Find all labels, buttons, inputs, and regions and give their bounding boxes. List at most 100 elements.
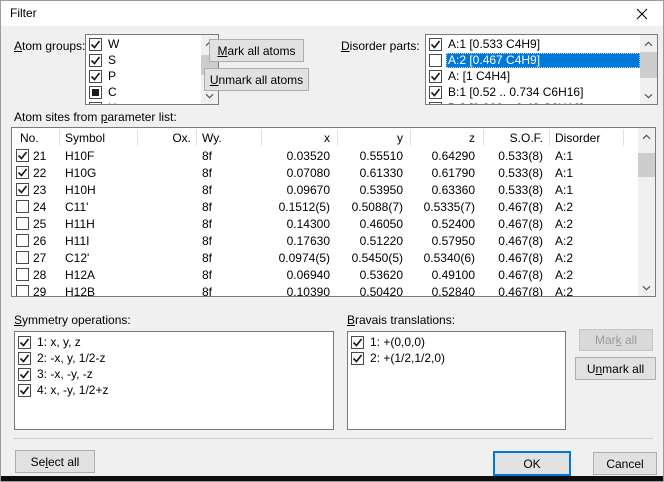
- atom-group-item[interactable]: H: [86, 100, 201, 105]
- checkbox[interactable]: [351, 352, 364, 365]
- cell-symbol: H12A: [65, 267, 137, 284]
- atom-row[interactable]: 29 H12B 8f 0.10390 0.50420 0.52840 0.467…: [12, 284, 638, 296]
- column-header-sof[interactable]: S.O.F.: [459, 128, 543, 148]
- checkbox[interactable]: [429, 86, 442, 99]
- checkbox[interactable]: [89, 102, 102, 106]
- symmetry-item-label: 3: -x, -y, -z: [35, 367, 333, 382]
- checkbox[interactable]: [429, 102, 442, 106]
- check-icon: [351, 336, 364, 349]
- cell-symbol: H10H: [65, 182, 137, 199]
- bravais-item[interactable]: 1: +(0,0,0): [348, 334, 565, 350]
- row-checkbox[interactable]: [16, 285, 29, 296]
- disorder-item-label: A:2 [0.467 C4H9]: [446, 53, 640, 68]
- cell-wy: 8f: [202, 284, 242, 296]
- cell-sof: 0.467(8): [459, 284, 543, 296]
- row-checkbox[interactable]: [16, 234, 29, 247]
- disorder-item[interactable]: A:2 [0.467 C4H9]: [426, 52, 640, 68]
- disorder-item-label: B:1 [0.52 .. 0.734 C6H16]: [446, 85, 640, 100]
- atom-row[interactable]: 21 H10F 8f 0.03520 0.55510 0.64290 0.533…: [12, 148, 638, 165]
- atom-group-item[interactable]: C: [86, 84, 201, 100]
- checkbox[interactable]: [18, 352, 31, 365]
- atom-row[interactable]: 23 H10H 8f 0.09670 0.53950 0.63360 0.533…: [12, 182, 638, 199]
- cell-no: 23: [33, 182, 49, 199]
- disorder-item[interactable]: A:1 [0.533 C4H9]: [426, 36, 640, 52]
- symmetry-item[interactable]: 3: -x, -y, -z: [15, 366, 333, 382]
- checkbox[interactable]: [18, 368, 31, 381]
- bravais-translations-list[interactable]: 1: +(0,0,0) 2: +(1/2,1/2,0): [347, 331, 566, 430]
- symmetry-item[interactable]: 4: x, -y, 1/2+z: [15, 382, 333, 398]
- disorder-item[interactable]: B:1 [0.52 .. 0.734 C6H16]: [426, 84, 640, 100]
- scroll-down-icon[interactable]: [640, 87, 657, 104]
- titlebar: Filter: [1, 1, 663, 26]
- symmetry-item[interactable]: 1: x, y, z: [15, 334, 333, 350]
- column-header-symbol[interactable]: Symbol: [65, 128, 105, 148]
- atom-row[interactable]: 25 H11H 8f 0.14300 0.46050 0.52400 0.467…: [12, 216, 638, 233]
- column-header-ox[interactable]: Ox.: [142, 128, 191, 148]
- bravais-item[interactable]: 2: +(1/2,1/2,0): [348, 350, 565, 366]
- atom-groups-list[interactable]: W S P C H: [85, 34, 219, 105]
- cancel-button[interactable]: Cancel: [593, 452, 657, 475]
- disorder-item[interactable]: B:2 [0.266 .. 0.48 C6H16]: [426, 100, 640, 105]
- row-checkbox[interactable]: [16, 217, 29, 230]
- checkbox[interactable]: [89, 38, 102, 51]
- atom-sites-table[interactable]: No. Symbol Ox. Wy. x y z S.O.F. Disorder…: [11, 127, 656, 297]
- window-bottom-edge: [1, 476, 663, 481]
- symmetry-operations-list[interactable]: 1: x, y, z 2: -x, y, 1/2-z 3: -x, -y, -z…: [14, 331, 334, 430]
- atom-row[interactable]: 28 H12A 8f 0.06940 0.53620 0.49100 0.467…: [12, 267, 638, 284]
- check-icon: [18, 336, 31, 349]
- ok-button[interactable]: OK: [493, 451, 571, 476]
- cell-wy: 8f: [202, 267, 242, 284]
- close-button[interactable]: [626, 1, 658, 26]
- scroll-thumb[interactable]: [638, 153, 655, 177]
- atom-group-item[interactable]: P: [86, 68, 201, 84]
- mark-all-atoms-button[interactable]: Mark all atoms: [209, 39, 304, 62]
- checkbox[interactable]: [18, 384, 31, 397]
- vertical-scrollbar[interactable]: [638, 128, 655, 296]
- row-checkbox[interactable]: [16, 166, 29, 179]
- column-header-no[interactable]: No.: [20, 128, 39, 148]
- row-checkbox[interactable]: [16, 251, 29, 264]
- checkbox[interactable]: [429, 54, 442, 67]
- vertical-scrollbar[interactable]: [640, 35, 657, 104]
- atom-row[interactable]: 27 C12' 8f 0.0974(5) 0.5450(5) 0.5340(6)…: [12, 250, 638, 267]
- atom-row[interactable]: 24 C11' 8f 0.1512(5) 0.5088(7) 0.5335(7)…: [12, 199, 638, 216]
- column-header-wy[interactable]: Wy.: [202, 128, 222, 148]
- cell-sof: 0.467(8): [459, 199, 543, 216]
- filter-dialog: Filter Atom groups: W S P C: [0, 0, 664, 482]
- symmetry-item[interactable]: 2: -x, y, 1/2-z: [15, 350, 333, 366]
- unmark-all-atoms-button[interactable]: Unmark all atoms: [204, 68, 309, 91]
- table-header[interactable]: No. Symbol Ox. Wy. x y z S.O.F. Disorder: [12, 128, 638, 148]
- cell-no: 28: [33, 267, 49, 284]
- scroll-thumb[interactable]: [640, 52, 657, 78]
- row-checkbox[interactable]: [16, 183, 29, 196]
- cell-no: 22: [33, 165, 49, 182]
- checkbox[interactable]: [429, 38, 442, 51]
- row-checkbox[interactable]: [16, 149, 29, 162]
- disorder-item[interactable]: A: [1 C4H4]: [426, 68, 640, 84]
- disorder-parts-list[interactable]: A:1 [0.533 C4H9] A:2 [0.467 C4H9] A: [1 …: [425, 34, 658, 105]
- symmetry-item-label: 2: -x, y, 1/2-z: [35, 351, 333, 366]
- row-checkbox[interactable]: [16, 200, 29, 213]
- column-header-disorder[interactable]: Disorder: [555, 128, 600, 148]
- atom-row[interactable]: 22 H10G 8f 0.07080 0.61330 0.61790 0.533…: [12, 165, 638, 182]
- unmark-all-button[interactable]: Unmark all: [575, 357, 656, 380]
- scroll-up-icon[interactable]: [638, 128, 655, 145]
- checkbox[interactable]: [351, 336, 364, 349]
- scroll-up-icon[interactable]: [640, 35, 657, 52]
- check-icon: [16, 149, 29, 162]
- scroll-down-icon[interactable]: [638, 279, 655, 296]
- checkbox[interactable]: [89, 70, 102, 83]
- row-checkbox[interactable]: [16, 268, 29, 281]
- atom-row[interactable]: 26 H11I 8f 0.17630 0.51220 0.57950 0.467…: [12, 233, 638, 250]
- cell-symbol: H12B: [65, 284, 137, 296]
- select-all-button[interactable]: Select all: [15, 450, 95, 473]
- atom-group-item[interactable]: S: [86, 52, 201, 68]
- checkbox[interactable]: [89, 86, 102, 99]
- disorder-item-label: A:1 [0.533 C4H9]: [446, 37, 640, 52]
- atom-group-item[interactable]: W: [86, 36, 201, 52]
- atom-group-item-label: C: [106, 85, 201, 100]
- atom-sites-label: Atom sites from parameter list:: [14, 110, 177, 124]
- checkbox[interactable]: [18, 336, 31, 349]
- checkbox[interactable]: [429, 70, 442, 83]
- checkbox[interactable]: [89, 54, 102, 67]
